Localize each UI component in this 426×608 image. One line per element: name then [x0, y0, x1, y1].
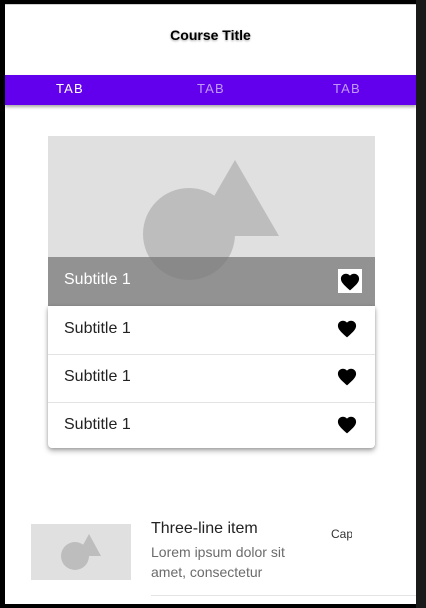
list-item-title: Three-line item — [151, 520, 258, 537]
media-caption-label: Subtitle 1 — [64, 271, 131, 288]
list-item-meta: Caption — [331, 527, 352, 541]
tab-2[interactable]: TAB — [197, 81, 225, 96]
favorite-button[interactable] — [338, 269, 362, 293]
app-screen: Course Title TAB TAB TAB Subtitle 1 Subt… — [5, 4, 416, 604]
menu-item-label: Subtitle 1 — [64, 320, 131, 337]
menu-item-label: Subtitle 1 — [64, 368, 131, 385]
media-caption-bar: Subtitle 1 — [48, 257, 375, 306]
list-item-body: Lorem ipsum dolor sit amet, consectetur — [151, 544, 285, 580]
placeholder-shapes-icon — [61, 534, 101, 570]
heart-icon[interactable] — [336, 366, 358, 386]
list-item[interactable]: Three-line item Lorem ipsum dolor sit am… — [5, 509, 416, 604]
tab-1[interactable]: TAB — [56, 81, 84, 96]
top-divider — [5, 4, 416, 5]
dropdown-menu: Subtitle 1 Subtitle 1 Subtitle 1 — [48, 306, 375, 448]
menu-item[interactable]: Subtitle 1 — [48, 306, 375, 354]
list-divider — [151, 595, 416, 596]
tab-3[interactable]: TAB — [333, 81, 361, 96]
list-thumbnail — [31, 524, 131, 580]
menu-item-label: Subtitle 1 — [64, 416, 131, 433]
menu-item[interactable]: Subtitle 1 — [48, 402, 375, 450]
heart-icon[interactable] — [336, 318, 358, 338]
tab-bar: TAB TAB TAB — [5, 75, 416, 105]
window-edge — [416, 0, 426, 608]
menu-item[interactable]: Subtitle 1 — [48, 354, 375, 402]
heart-icon — [340, 273, 360, 291]
page-title: Course Title — [170, 27, 251, 43]
heart-icon[interactable] — [336, 414, 358, 434]
media-card[interactable]: Subtitle 1 — [48, 136, 375, 306]
